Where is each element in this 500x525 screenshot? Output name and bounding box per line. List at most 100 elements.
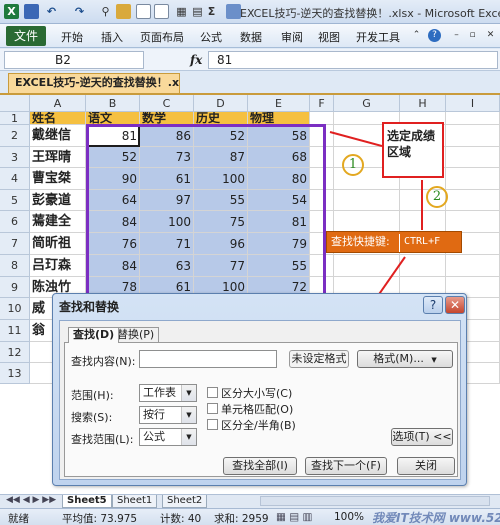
fx-icon[interactable]: fx (190, 51, 204, 69)
copy-icon[interactable] (136, 4, 151, 19)
search-order-select[interactable]: 按行 ▼ (139, 406, 197, 424)
row-header[interactable]: 10 (0, 298, 30, 320)
chevron-down-icon[interactable]: ▼ (181, 429, 196, 445)
zoom-level[interactable]: 100% (334, 511, 364, 523)
sheet-tab-bar: ◀◀ ◀ ▶ ▶▶ Sheet5 Sheet1 Sheet2 (0, 494, 500, 508)
format-status: 未设定格式 (289, 350, 349, 368)
row-header[interactable]: 2 (0, 125, 30, 147)
options-button[interactable]: 选项(T) << (391, 428, 453, 446)
column-header[interactable]: C (140, 95, 194, 112)
arrow-to-selection (329, 131, 383, 147)
workbook-tab[interactable]: EXCEL技巧-逆天的查找替换！.xlsx (8, 73, 180, 93)
window-title: EXCEL技巧-逆天的查找替换！.xlsx - Microsoft Excel (240, 7, 500, 20)
name-box[interactable]: B2 (4, 51, 144, 69)
match-width-checkbox[interactable] (207, 419, 218, 430)
search-order-value: 按行 (143, 408, 165, 421)
excel-app-icon[interactable]: X (4, 4, 19, 19)
sheet-tab[interactable]: Sheet1 (112, 495, 158, 508)
undo-icon[interactable]: ↶ (44, 4, 59, 19)
chevron-down-icon[interactable]: ▼ (181, 385, 196, 401)
dialog-help-button[interactable]: ? (423, 296, 443, 314)
column-header[interactable]: F (310, 95, 334, 112)
column-header[interactable]: I (446, 95, 500, 112)
find-next-button[interactable]: 查找下一个(F) (305, 457, 387, 475)
ready-status: 就绪 (8, 513, 29, 525)
formula-input[interactable]: 81 (208, 51, 498, 69)
row-header[interactable]: 6 (0, 211, 30, 233)
column-header[interactable]: D (194, 95, 248, 112)
save-icon[interactable] (24, 4, 39, 19)
name-cell[interactable]: 戴继信 (30, 125, 86, 147)
minimize-ribbon-icon[interactable]: ⌃ (410, 29, 423, 42)
help-icon[interactable]: ? (428, 29, 441, 42)
dialog-close-x-button[interactable]: ✕ (445, 296, 465, 314)
row-header[interactable]: 9 (0, 277, 30, 298)
average-status: 平均值: 73.975 (62, 513, 138, 525)
tab-page-layout[interactable]: 页面布局 (140, 29, 184, 45)
horizontal-scrollbar[interactable] (260, 496, 490, 506)
file-tab[interactable]: 文件 (6, 26, 46, 46)
shortcut-key: CTRL+F (404, 236, 441, 247)
header-cell[interactable]: 姓名 (30, 112, 86, 125)
redo-icon[interactable]: ↷ (72, 4, 87, 19)
select-all-corner[interactable] (0, 95, 30, 112)
look-in-value: 公式 (143, 430, 165, 443)
sheet-nav-arrows-icon[interactable]: ◀◀ ◀ ▶ ▶▶ (6, 495, 56, 505)
scope-label: 范围(H): (71, 389, 114, 402)
tab-data[interactable]: 数据 (240, 29, 262, 45)
row-header[interactable]: 11 (0, 320, 30, 342)
shortcut-hint: 查找快捷键: CTRL+F (326, 231, 462, 253)
find-what-input[interactable] (139, 350, 277, 368)
minimize-icon[interactable]: – (450, 29, 463, 42)
chevron-down-icon[interactable]: ▼ (181, 407, 196, 423)
close-button[interactable]: 关闭 (397, 457, 455, 475)
tab-view[interactable]: 视图 (318, 29, 340, 45)
format-button[interactable]: 格式(M)... ▼ (357, 350, 453, 368)
column-header[interactable]: A (30, 95, 86, 112)
paste-icon[interactable] (116, 4, 131, 19)
column-header[interactable]: H (400, 95, 446, 112)
excel-window: X ↶ ↷ ⚲ ▦ ▤ Σ EXCEL技巧-逆天的查找替换！.xlsx - Mi… (0, 0, 500, 525)
tab-formulas[interactable]: 公式 (200, 29, 222, 45)
name-cell[interactable]: 吕玎森 (30, 255, 86, 277)
tab-home[interactable]: 开始 (61, 29, 83, 45)
scope-select[interactable]: 工作表 ▼ (139, 384, 197, 402)
row-header[interactable]: 12 (0, 342, 30, 363)
table-icon[interactable]: ▤ (190, 4, 205, 19)
column-header[interactable]: B (86, 95, 140, 112)
row-header[interactable]: 4 (0, 168, 30, 190)
tab-insert[interactable]: 插入 (101, 29, 123, 45)
name-cell[interactable]: 蔫建全 (30, 211, 86, 233)
look-in-select[interactable]: 公式 ▼ (139, 428, 197, 446)
grid-icon[interactable]: ▦ (174, 4, 189, 19)
row-header[interactable]: 7 (0, 233, 30, 255)
restore-icon[interactable]: ▫ (466, 29, 479, 42)
find-all-button[interactable]: 查找全部(I) (223, 457, 297, 475)
sort-icon[interactable] (226, 4, 241, 19)
sheet-tab[interactable]: Sheet5 (62, 495, 112, 508)
name-cell[interactable]: 简昕祖 (30, 233, 86, 255)
tab-review[interactable]: 审阅 (281, 29, 303, 45)
name-cell[interactable]: 彭豪道 (30, 190, 86, 211)
chevron-down-icon: ▼ (431, 356, 437, 364)
row-header[interactable]: 1 (0, 112, 30, 125)
find-icon[interactable]: ⚲ (98, 4, 113, 19)
sum-icon[interactable]: Σ (204, 4, 219, 19)
row-header[interactable]: 8 (0, 255, 30, 277)
view-mode-icons[interactable]: ▦ ▤ ▥ (276, 511, 312, 523)
column-header[interactable]: G (334, 95, 400, 112)
sheet-tab[interactable]: Sheet2 (162, 495, 208, 508)
tab-find[interactable]: 查找(D) (68, 327, 120, 343)
close-icon[interactable]: ✕ (484, 29, 497, 42)
row-header[interactable]: 13 (0, 363, 30, 384)
shortcut-divider (399, 234, 400, 252)
name-cell[interactable]: 王珲晴 (30, 147, 86, 168)
match-case-checkbox[interactable] (207, 387, 218, 398)
row-header[interactable]: 5 (0, 190, 30, 211)
name-cell[interactable]: 曹宝桀 (30, 168, 86, 190)
row-header[interactable]: 3 (0, 147, 30, 168)
copy-icon[interactable] (154, 4, 169, 19)
column-header[interactable]: E (248, 95, 310, 112)
tab-developer[interactable]: 开发工具 (356, 29, 400, 45)
match-entire-cell-checkbox[interactable] (207, 403, 218, 414)
